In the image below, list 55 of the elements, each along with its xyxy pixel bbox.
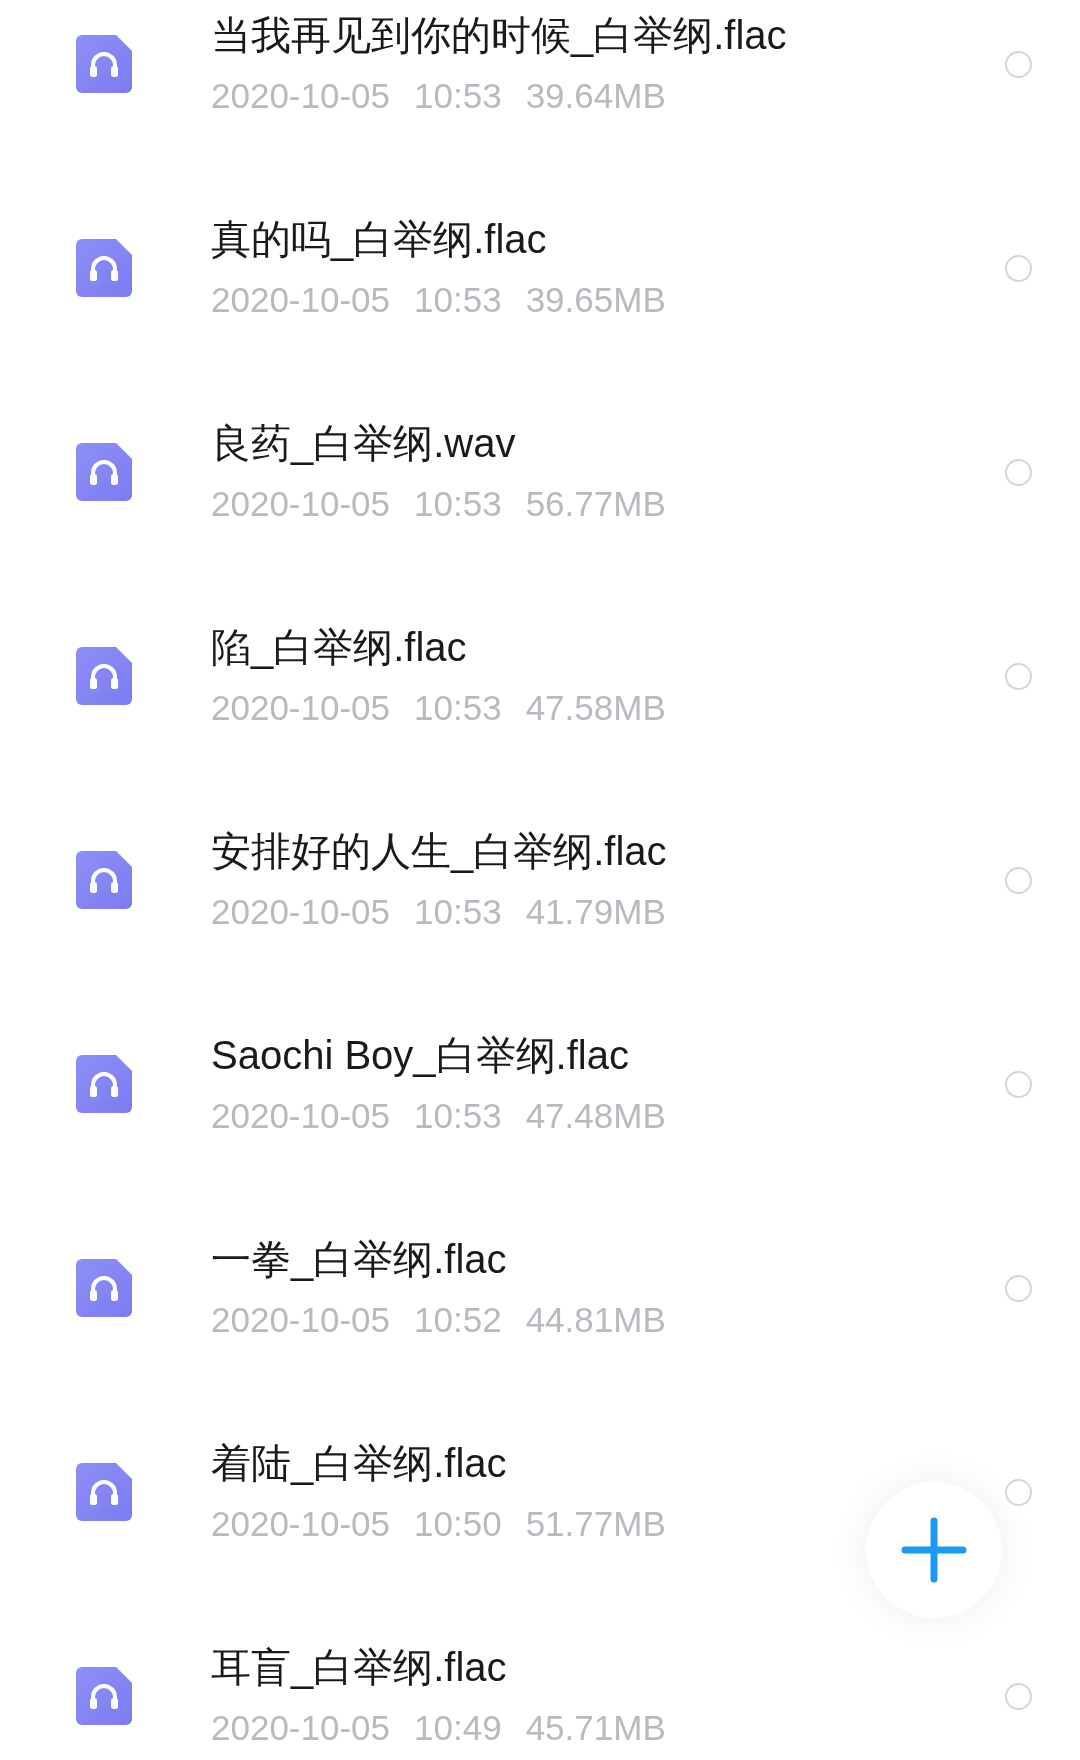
plus-icon [901, 1517, 967, 1583]
file-name: 安排好的人生_白举纲.flac [211, 828, 668, 875]
audio-file-icon [76, 239, 132, 297]
audio-file-icon [76, 1259, 132, 1317]
select-radio[interactable] [1005, 50, 1032, 78]
file-name: 当我再见到你的时候_白举纲.flac [211, 12, 788, 59]
audio-file-icon [76, 851, 132, 909]
file-date: 2020-10-05 [211, 1503, 391, 1545]
file-time: 10:53 [414, 75, 502, 117]
file-size: 56.77MB [525, 483, 666, 525]
select-radio[interactable] [1005, 1274, 1032, 1302]
file-time: 10:53 [414, 1095, 502, 1137]
file-time: 10:49 [414, 1707, 502, 1749]
select-radio[interactable] [1005, 866, 1032, 894]
file-date: 2020-10-05 [211, 1707, 391, 1749]
file-date: 2020-10-05 [211, 75, 391, 117]
file-time: 10:50 [414, 1503, 502, 1545]
file-size: 41.79MB [525, 891, 666, 933]
file-date: 2020-10-05 [211, 687, 391, 729]
select-radio[interactable] [1005, 662, 1032, 690]
file-size: 39.64MB [525, 75, 666, 117]
audio-file-icon [76, 1667, 132, 1725]
select-radio[interactable] [1005, 1070, 1032, 1098]
file-name: 真的吗_白举纲.flac [211, 216, 548, 263]
file-size: 47.58MB [525, 687, 666, 729]
file-size: 44.81MB [525, 1299, 666, 1341]
select-radio[interactable] [1005, 458, 1032, 486]
file-size: 45.71MB [525, 1707, 666, 1749]
file-date: 2020-10-05 [211, 1299, 391, 1341]
select-radio[interactable] [1005, 1682, 1032, 1710]
file-time: 10:53 [414, 687, 502, 729]
file-date: 2020-10-05 [211, 1095, 391, 1137]
file-time: 10:53 [414, 279, 502, 321]
file-size: 47.48MB [525, 1095, 666, 1137]
file-time: 10:52 [414, 1299, 502, 1341]
audio-file-icon [76, 35, 132, 93]
file-time: 10:53 [414, 891, 502, 933]
audio-file-icon [76, 443, 132, 501]
select-radio[interactable] [1005, 254, 1032, 282]
file-time: 10:53 [414, 483, 502, 525]
audio-file-icon [76, 1463, 132, 1521]
select-radio[interactable] [1005, 1478, 1032, 1506]
file-name: 一拳_白举纲.flac [211, 1236, 508, 1283]
audio-file-icon [76, 647, 132, 705]
file-date: 2020-10-05 [211, 891, 391, 933]
file-date: 2020-10-05 [211, 483, 391, 525]
file-size: 51.77MB [525, 1503, 666, 1545]
file-name: 陷_白举纲.flac [211, 624, 468, 671]
file-name: 着陆_白举纲.flac [211, 1440, 508, 1487]
file-size: 39.65MB [525, 279, 666, 321]
file-date: 2020-10-05 [211, 279, 391, 321]
audio-file-icon [76, 1055, 132, 1113]
file-name: Saochi Boy_白举纲.flac [211, 1032, 630, 1079]
file-name: 耳盲_白举纲.flac [211, 1644, 508, 1691]
file-name: 良药_白举纲.wav [211, 420, 517, 467]
